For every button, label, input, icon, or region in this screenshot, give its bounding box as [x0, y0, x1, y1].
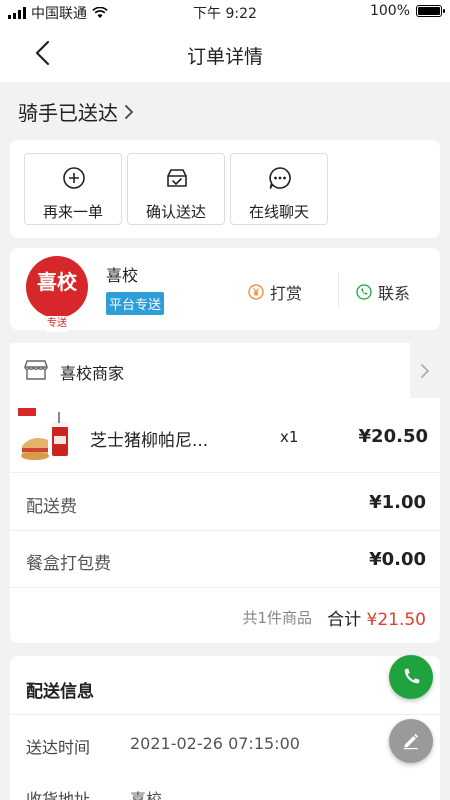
battery-level	[418, 7, 440, 15]
order-total: 合计 ¥21.50	[327, 605, 426, 630]
store-icon	[24, 360, 48, 380]
divider	[338, 272, 339, 306]
order-item[interactable]: 芝士猪柳帕尼... x1 ¥20.50	[10, 398, 440, 473]
reorder-button[interactable]: 再来一单	[24, 153, 122, 225]
order-card: 喜校商家 芝士猪柳帕尼... x1 ¥20.50 配送费 ¥1.00 餐盒打包费…	[10, 343, 440, 643]
phone-circle-icon	[356, 284, 372, 300]
contact-button[interactable]: 联系	[356, 280, 410, 304]
status-bar-right: 100%	[369, 3, 445, 19]
inbox-check-icon	[167, 169, 187, 187]
confirm-delivery-label: 确认送达	[145, 203, 206, 221]
item-quantity: x1	[280, 428, 299, 446]
battery-icon	[416, 5, 445, 17]
delivery-info-card: 配送信息 送达时间 2021-02-26 07:15:00 收货地址 喜校	[10, 656, 440, 800]
phone-icon	[404, 668, 420, 684]
tip-label: 打赏	[270, 284, 303, 303]
rider-card: 喜校 专送 喜校 平台专送 打赏 联系	[10, 248, 440, 332]
address-value: 喜校	[130, 790, 163, 800]
edit-fab[interactable]	[389, 719, 433, 763]
item-name: 芝士猪柳帕尼...	[90, 431, 209, 451]
merchant-row[interactable]: 喜校商家	[10, 343, 410, 398]
total-amount: ¥21.50	[366, 610, 426, 630]
divider	[10, 714, 440, 715]
total-row: 共1件商品 合计 ¥21.50	[10, 588, 440, 643]
chevron-right-icon	[125, 104, 133, 119]
online-chat-button[interactable]: 在线聊天	[230, 153, 328, 225]
delivery-fee-value: ¥1.00	[369, 492, 426, 513]
item-count: 共1件商品	[242, 609, 312, 627]
yen-circle-icon	[248, 284, 264, 300]
merchant-arrow-button[interactable]	[410, 343, 440, 398]
delivery-type-badge: 平台专送	[106, 292, 165, 315]
page-title: 订单详情	[186, 46, 263, 68]
delivery-time-label: 送达时间	[26, 738, 91, 757]
pencil-icon	[404, 733, 419, 750]
delivery-time-value: 2021-02-26 07:15:00	[130, 734, 300, 753]
total-label: 合计	[327, 610, 362, 630]
delivery-fee-label: 配送费	[26, 497, 77, 517]
nav-bar: 订单详情	[0, 24, 450, 82]
chevron-right-icon	[421, 363, 430, 378]
rider-name: 喜校	[106, 266, 139, 285]
online-chat-label: 在线聊天	[248, 203, 309, 221]
merchant-name: 喜校商家	[60, 364, 125, 383]
platform-logo: 喜校 专送	[26, 256, 88, 332]
packaging-fee-row: 餐盒打包费 ¥0.00	[10, 531, 440, 588]
call-fab[interactable]	[389, 655, 433, 699]
packaging-fee-value: ¥0.00	[369, 549, 426, 570]
status-bar: 中国联通 下午 9:22 100%	[0, 0, 450, 24]
order-status-link[interactable]: 骑手已送达	[18, 97, 134, 126]
logo-text: 喜校	[37, 270, 77, 294]
packaging-fee-label: 餐盒打包费	[26, 554, 111, 574]
contact-label: 联系	[378, 284, 411, 303]
plus-circle-icon	[63, 167, 85, 189]
delivery-fee-row: 配送费 ¥1.00	[10, 474, 440, 531]
action-panel: 再来一单 确认送达 在线聊天	[10, 140, 440, 238]
order-status-text: 骑手已送达	[18, 101, 118, 125]
chat-dots-icon	[269, 167, 291, 189]
confirm-delivery-button[interactable]: 确认送达	[127, 153, 225, 225]
battery-percent: 100%	[369, 3, 410, 19]
address-label: 收货地址	[26, 790, 91, 800]
reorder-label: 再来一单	[42, 203, 103, 221]
tip-button[interactable]: 打赏	[248, 280, 302, 304]
item-price: ¥20.50	[358, 426, 428, 447]
delivery-info-title: 配送信息	[26, 682, 94, 702]
logo-subtext: 专送	[45, 316, 69, 332]
product-thumbnail	[18, 408, 68, 460]
